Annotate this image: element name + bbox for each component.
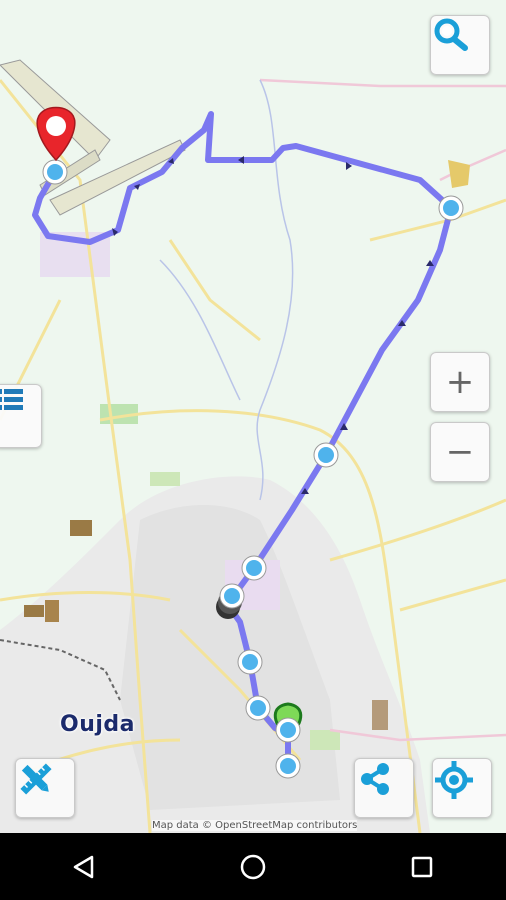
waypoint-marker bbox=[438, 195, 464, 221]
my-location-button[interactable] bbox=[432, 758, 492, 818]
start-marker bbox=[273, 702, 303, 743]
park-area bbox=[150, 472, 180, 486]
nav-recents-button[interactable] bbox=[392, 837, 452, 897]
land-patch bbox=[372, 700, 388, 730]
land-patch bbox=[45, 600, 59, 622]
waypoint-marker bbox=[313, 442, 339, 468]
map-canvas[interactable] bbox=[0, 0, 506, 833]
clear-route-button[interactable] bbox=[15, 758, 75, 818]
waypoint-marker bbox=[245, 695, 271, 721]
zoom-out-label: − bbox=[445, 432, 475, 472]
zoom-out-button[interactable]: − bbox=[430, 422, 490, 482]
list-icon bbox=[0, 389, 23, 410]
waypoint-marker bbox=[241, 555, 267, 581]
waypoint-marker bbox=[237, 649, 263, 675]
zoom-in-label: + bbox=[445, 362, 475, 402]
nav-back-button[interactable] bbox=[54, 837, 114, 897]
waypoint-marker bbox=[275, 753, 301, 779]
locate-icon bbox=[435, 761, 473, 799]
home-icon bbox=[240, 854, 266, 879]
search-icon bbox=[434, 18, 468, 51]
recents-icon bbox=[411, 856, 432, 877]
share-button[interactable] bbox=[354, 758, 414, 818]
nav-home-button[interactable] bbox=[223, 837, 283, 897]
layers-button[interactable] bbox=[0, 384, 42, 448]
system-nav-bar bbox=[0, 833, 506, 900]
ruler-pencil-icon bbox=[20, 763, 52, 795]
land-patch bbox=[70, 520, 92, 536]
map-attribution: Map data © OpenStreetMap contributors bbox=[152, 820, 358, 831]
zoom-in-button[interactable]: + bbox=[430, 352, 490, 412]
park-area bbox=[310, 730, 340, 750]
search-button[interactable] bbox=[430, 15, 490, 75]
back-icon bbox=[74, 855, 94, 878]
map-view[interactable]: + − Oujda Map data © OpenStreetMap contr… bbox=[0, 0, 506, 833]
land-patch bbox=[24, 605, 44, 617]
city-label: Oujda bbox=[60, 712, 135, 737]
share-icon bbox=[361, 763, 389, 795]
waypoint-marker bbox=[42, 159, 68, 185]
